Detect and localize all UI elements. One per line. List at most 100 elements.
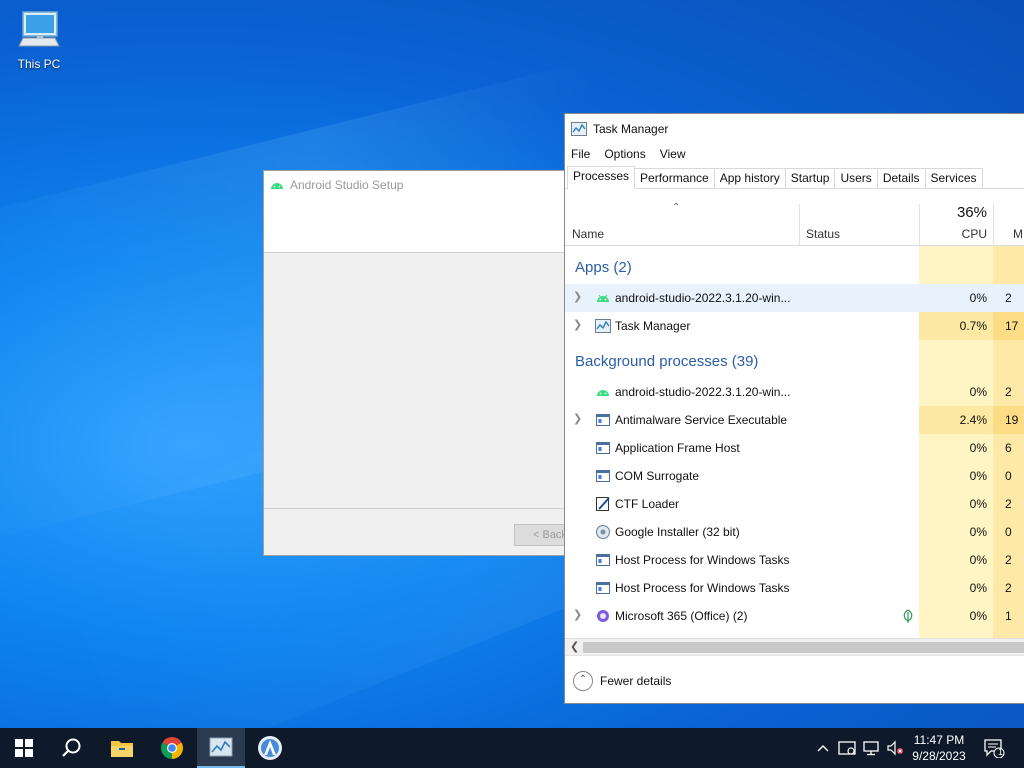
tab-bar: Processes Performance App history Startu… bbox=[565, 166, 1024, 189]
process-name: Microsoft 365 (Office) (2) bbox=[615, 609, 748, 623]
process-memory: 19 bbox=[1005, 413, 1019, 427]
task-manager-icon bbox=[571, 122, 587, 136]
android-icon bbox=[271, 183, 283, 189]
tab-services[interactable]: Services bbox=[924, 168, 983, 188]
process-name: Application Frame Host bbox=[615, 441, 740, 455]
chevron-right-icon[interactable]: ❯ bbox=[573, 412, 582, 425]
android-studio-taskbar-button[interactable] bbox=[246, 728, 294, 768]
process-row[interactable]: Google Installer (32 bit) 0% 0 bbox=[565, 518, 1024, 546]
process-row[interactable]: ❯ Microsoft 365 (Office) (2) 0% 1 bbox=[565, 602, 1024, 630]
menu-file[interactable]: File bbox=[571, 147, 590, 161]
process-row[interactable]: ❯ Task Manager 0.7% 17 bbox=[565, 312, 1024, 340]
fewer-details-button[interactable]: ⌃ Fewer details bbox=[573, 671, 671, 691]
process-cpu: 0.7% bbox=[959, 319, 987, 333]
process-row[interactable]: Host Process for Windows Tasks 0% 2 bbox=[565, 546, 1024, 574]
column-cpu[interactable]: CPU bbox=[925, 227, 987, 241]
android-icon bbox=[597, 390, 609, 396]
tray-app-button[interactable] bbox=[836, 728, 858, 768]
scroll-left-icon[interactable]: ❮ bbox=[570, 640, 579, 653]
column-name[interactable]: Name bbox=[572, 227, 604, 241]
process-row[interactable]: ❯ Antimalware Service Executable 2.4% 19 bbox=[565, 406, 1024, 434]
file-explorer-button[interactable] bbox=[98, 728, 146, 768]
chevron-right-icon[interactable]: ❯ bbox=[573, 290, 582, 303]
desktop-icon-this-pc[interactable]: This PC bbox=[12, 8, 66, 71]
pen-icon bbox=[596, 497, 610, 511]
setup-header bbox=[264, 199, 572, 253]
office-icon bbox=[597, 610, 609, 622]
process-row[interactable]: ❯ android-studio-2022.3.1.20-win... 0% 2 bbox=[565, 284, 1024, 312]
search-icon bbox=[62, 738, 81, 757]
computer-icon bbox=[18, 11, 60, 47]
tab-details[interactable]: Details bbox=[876, 168, 926, 188]
setup-title-bar[interactable]: Android Studio Setup bbox=[264, 171, 572, 199]
task-manager-title-bar[interactable]: Task Manager bbox=[565, 114, 1024, 144]
installer-icon bbox=[596, 525, 610, 539]
task-manager-icon bbox=[595, 319, 611, 333]
group-background-processes: Background processes (39) bbox=[575, 353, 759, 370]
security-icon bbox=[838, 741, 856, 755]
process-cpu: 2.4% bbox=[959, 413, 987, 427]
process-cpu: 0% bbox=[969, 581, 987, 595]
process-memory: 2 bbox=[1005, 581, 1012, 595]
process-row[interactable]: COM Surrogate 0% 0 bbox=[565, 462, 1024, 490]
column-separator[interactable] bbox=[993, 204, 994, 246]
process-row[interactable]: CTF Loader 0% 2 bbox=[565, 490, 1024, 518]
network-button[interactable] bbox=[860, 728, 882, 768]
scrollbar-thumb[interactable] bbox=[583, 642, 1024, 653]
tab-app-history[interactable]: App history bbox=[713, 168, 786, 188]
column-memory[interactable]: M bbox=[1013, 227, 1023, 241]
process-memory: 2 bbox=[1005, 291, 1012, 305]
column-separator[interactable] bbox=[919, 204, 920, 246]
process-cpu: 0% bbox=[969, 469, 987, 483]
process-cpu: 0% bbox=[969, 525, 987, 539]
process-name: CTF Loader bbox=[615, 497, 680, 511]
process-memory: 0 bbox=[1005, 525, 1012, 539]
android-icon bbox=[597, 294, 609, 302]
setup-title: Android Studio Setup bbox=[290, 178, 404, 192]
horizontal-scrollbar[interactable]: ❮ bbox=[565, 638, 1024, 655]
process-name: Google Installer (32 bit) bbox=[615, 525, 740, 539]
process-cpu: 0% bbox=[969, 385, 987, 399]
chrome-button[interactable] bbox=[148, 728, 196, 768]
column-separator[interactable] bbox=[799, 204, 800, 246]
menu-view[interactable]: View bbox=[660, 147, 686, 161]
process-row[interactable]: Host Process for Windows Tasks 0% 2 bbox=[565, 574, 1024, 602]
file-explorer-icon bbox=[111, 741, 133, 757]
start-icon bbox=[15, 739, 33, 757]
chrome-icon bbox=[161, 737, 183, 759]
menu-options[interactable]: Options bbox=[604, 147, 645, 161]
search-button[interactable] bbox=[48, 728, 96, 768]
process-memory: 2 bbox=[1005, 497, 1012, 511]
task-manager-taskbar-button[interactable] bbox=[197, 728, 245, 768]
task-manager-title: Task Manager bbox=[593, 122, 669, 136]
process-name: Task Manager bbox=[615, 319, 691, 333]
chevron-right-icon[interactable]: ❯ bbox=[573, 318, 582, 331]
tab-processes[interactable]: Processes bbox=[567, 166, 636, 189]
process-cpu: 0% bbox=[969, 441, 987, 455]
efficiency-leaf-icon bbox=[903, 609, 913, 623]
process-row[interactable]: android-studio-2022.3.1.20-win... 0% 2 bbox=[565, 378, 1024, 406]
taskbar: 11:47 PM 9/28/2023 1 bbox=[0, 728, 1024, 768]
clock[interactable]: 11:47 PM 9/28/2023 bbox=[908, 732, 970, 764]
process-memory: 2 bbox=[1005, 553, 1012, 567]
start-button[interactable] bbox=[0, 728, 48, 768]
process-row[interactable]: Application Frame Host 0% 6 bbox=[565, 434, 1024, 462]
process-cpu: 0% bbox=[969, 609, 987, 623]
android-studio-setup-window: Android Studio Setup < Back bbox=[263, 170, 584, 556]
fewer-details-label: Fewer details bbox=[600, 674, 672, 688]
show-hidden-icons-button[interactable] bbox=[812, 728, 834, 768]
tab-startup[interactable]: Startup bbox=[784, 168, 836, 188]
process-memory: 2 bbox=[1005, 385, 1012, 399]
process-name: Antimalware Service Executable bbox=[615, 413, 788, 427]
menu-bar: File Options View bbox=[565, 144, 1024, 164]
chevron-up-icon bbox=[817, 745, 829, 752]
column-status[interactable]: Status bbox=[806, 227, 840, 241]
desktop-icon-label: This PC bbox=[17, 57, 61, 71]
tab-performance[interactable]: Performance bbox=[634, 168, 715, 188]
service-icon bbox=[596, 442, 610, 454]
volume-button[interactable] bbox=[884, 728, 906, 768]
tab-users[interactable]: Users bbox=[834, 168, 878, 188]
android-studio-icon bbox=[258, 736, 282, 760]
action-center-button[interactable]: 1 bbox=[978, 728, 1010, 768]
chevron-right-icon[interactable]: ❯ bbox=[573, 608, 582, 621]
